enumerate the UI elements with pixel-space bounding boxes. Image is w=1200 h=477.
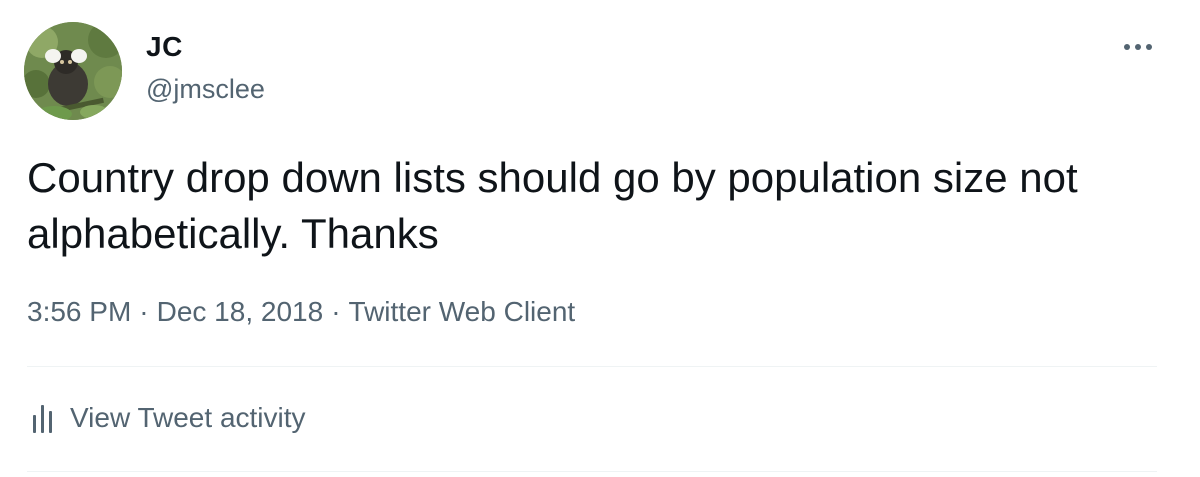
more-horizontal-icon xyxy=(1135,44,1141,50)
view-tweet-activity-label: View Tweet activity xyxy=(70,402,306,433)
more-options-button[interactable] xyxy=(1116,32,1160,62)
meta-separator: · xyxy=(331,296,341,327)
divider xyxy=(27,471,1157,472)
tweet-card: JC @jmsclee Country drop down lists shou… xyxy=(0,0,1200,477)
user-handle[interactable]: @jmsclee xyxy=(146,72,265,106)
divider xyxy=(27,366,1157,367)
view-tweet-activity-button[interactable]: View Tweet activity xyxy=(33,400,306,436)
bar-chart-icon xyxy=(33,403,52,433)
tweet-source-link[interactable]: Twitter Web Client xyxy=(349,296,576,327)
more-horizontal-icon xyxy=(1124,44,1130,50)
display-name[interactable]: JC xyxy=(146,30,183,64)
tweet-text: Country drop down lists should go by pop… xyxy=(27,154,1078,257)
meta-separator: · xyxy=(139,296,149,327)
more-horizontal-icon xyxy=(1146,44,1152,50)
tweet-metadata: 3:56 PM · Dec 18, 2018 · Twitter Web Client xyxy=(27,294,575,330)
avatar[interactable] xyxy=(24,22,122,120)
marmoset-avatar-icon xyxy=(24,22,122,120)
tweet-date-link[interactable]: Dec 18, 2018 xyxy=(157,296,324,327)
tweet-time-link[interactable]: 3:56 PM xyxy=(27,296,131,327)
